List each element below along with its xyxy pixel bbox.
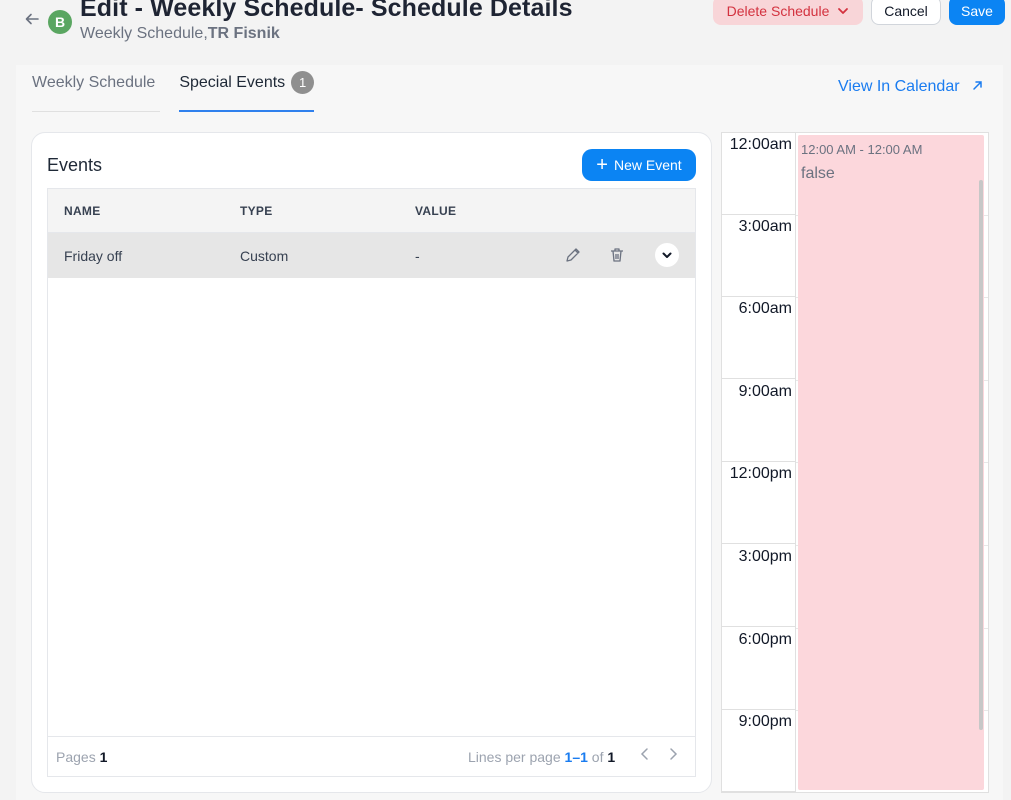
- time-slot: 12:00am: [722, 133, 796, 215]
- column-header-name[interactable]: NAME: [64, 204, 101, 218]
- cancel-button[interactable]: Cancel: [871, 0, 941, 25]
- pages-indicator: Pages 1: [56, 749, 107, 765]
- delete-schedule-button[interactable]: Delete Schedule: [713, 0, 863, 25]
- calendar-event[interactable]: 12:00 AM - 12:00 AM false: [798, 135, 984, 790]
- table-header: NAME TYPE VALUE: [48, 189, 695, 233]
- view-in-calendar-label: View In Calendar: [838, 78, 960, 95]
- new-event-label: New Event: [613, 157, 682, 173]
- time-slot: 12:00pm: [722, 462, 796, 544]
- time-slot: 3:00pm: [722, 545, 796, 627]
- tab-weekly-schedule[interactable]: Weekly Schedule: [32, 65, 155, 112]
- plus-icon: +: [596, 154, 608, 176]
- page-subtitle: Weekly Schedule,TR Fisnik: [80, 25, 280, 43]
- time-column: 12:00am 3:00am 6:00am 9:00am 12:00pm 3:0…: [722, 133, 796, 792]
- subtitle-prefix: Weekly Schedule,: [80, 25, 208, 42]
- view-in-calendar-link[interactable]: View In Calendar: [838, 78, 983, 96]
- time-slot: 9:00pm: [722, 710, 796, 792]
- chevron-down-icon: [662, 252, 672, 258]
- page-title: Edit - Weekly Schedule- Schedule Details: [80, 0, 573, 22]
- events-card: Events + New Event NAME TYPE VALUE Frida…: [31, 132, 712, 793]
- new-event-button[interactable]: + New Event: [582, 149, 696, 181]
- calendar-scrollbar[interactable]: [979, 180, 983, 730]
- pages-value: 1: [99, 749, 108, 765]
- chevron-down-icon: [838, 7, 849, 14]
- events-table: NAME TYPE VALUE Friday off Custom - Page…: [47, 188, 696, 777]
- pencil-icon[interactable]: [564, 246, 582, 264]
- cell-type: Custom: [240, 247, 289, 264]
- event-time-range: 12:00 AM - 12:00 AM: [801, 142, 923, 157]
- of-label: of: [591, 749, 604, 765]
- expand-row-button[interactable]: [655, 243, 679, 267]
- time-slot: 9:00am: [722, 380, 796, 462]
- tab-bar: Weekly Schedule Special Events 1: [32, 65, 338, 113]
- total-value: 1: [607, 749, 616, 765]
- calendar-grid[interactable]: 12:00 AM - 12:00 AM false: [796, 133, 988, 792]
- back-arrow-icon[interactable]: [22, 12, 42, 32]
- table-pagination: Pages 1 Lines per page 1–1 of 1: [48, 736, 695, 776]
- event-title: false: [801, 165, 835, 182]
- lines-label: Lines per page: [468, 749, 561, 765]
- column-header-value[interactable]: VALUE: [415, 204, 456, 218]
- chevron-right-icon[interactable]: [668, 747, 678, 766]
- external-arrow-icon: [972, 78, 983, 94]
- main-panel: Weekly Schedule Special Events 1 View In…: [16, 65, 1003, 800]
- avatar: B: [48, 10, 72, 34]
- cell-name: Friday off: [64, 247, 123, 264]
- save-button[interactable]: Save: [949, 0, 1005, 25]
- column-header-type[interactable]: TYPE: [240, 204, 273, 218]
- count-badge: 1: [291, 71, 315, 94]
- table-row[interactable]: Friday off Custom -: [48, 233, 695, 278]
- page-header: B Edit - Weekly Schedule- Schedule Detai…: [0, 0, 1011, 60]
- tab-label: Weekly Schedule: [32, 74, 156, 91]
- cell-value: -: [415, 247, 420, 264]
- day-calendar: 12:00am 3:00am 6:00am 9:00am 12:00pm 3:0…: [721, 132, 989, 793]
- tab-special-events[interactable]: Special Events 1: [179, 65, 315, 112]
- chevron-left-icon[interactable]: [640, 747, 650, 766]
- time-slot: 6:00am: [722, 297, 796, 379]
- trash-icon[interactable]: [608, 246, 626, 264]
- time-slot: 3:00am: [722, 215, 796, 297]
- tab-label: Special Events: [179, 74, 286, 91]
- pages-label: Pages: [56, 749, 96, 765]
- time-slot: 6:00pm: [722, 628, 796, 710]
- subtitle-owner: TR Fisnik: [207, 25, 280, 42]
- lines-per-page-indicator: Lines per page 1–1 of 1: [468, 749, 615, 765]
- events-title: Events: [47, 155, 103, 175]
- range-value[interactable]: 1–1: [565, 749, 588, 765]
- delete-schedule-label: Delete Schedule: [726, 2, 830, 19]
